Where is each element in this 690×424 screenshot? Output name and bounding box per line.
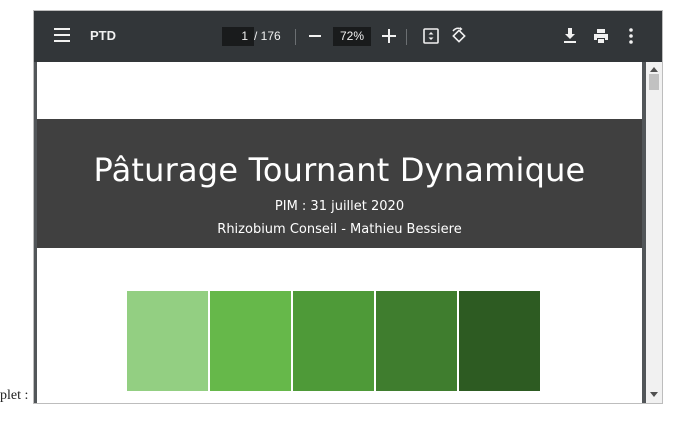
vertical-scrollbar[interactable] <box>646 62 662 403</box>
slide-subtitle-author: Rhizobium Conseil - Mathieu Bessiere <box>217 222 462 237</box>
print-icon[interactable] <box>593 28 609 44</box>
document-title: PTD <box>90 28 116 43</box>
scroll-down-arrow-icon[interactable] <box>650 392 658 397</box>
green-swatch <box>210 291 291 391</box>
menu-icon[interactable] <box>54 28 70 42</box>
more-vert-icon[interactable] <box>629 28 633 44</box>
zoom-in-icon[interactable] <box>382 29 396 43</box>
scroll-up-arrow-icon[interactable] <box>650 67 658 72</box>
slide-subtitle-date: PIM : 31 juillet 2020 <box>274 199 405 214</box>
green-swatch <box>293 291 374 391</box>
pdf-page: Pâturage Tournant Dynamique PIM : 31 jui… <box>37 62 642 403</box>
toolbar-divider <box>406 29 407 45</box>
zoom-level-input[interactable]: 72% <box>333 27 371 46</box>
zoom-out-icon[interactable] <box>309 35 321 37</box>
pdf-toolbar: PTD 1 / 176 72% <box>34 11 662 62</box>
pdf-viewer: PTD 1 / 176 72% Pâturage Tournant Dynami… <box>33 10 663 404</box>
scrollbar-thumb[interactable] <box>649 74 659 90</box>
rotate-icon[interactable] <box>450 27 468 45</box>
green-swatch <box>459 291 540 391</box>
slide-title: Pâturage Tournant Dynamique <box>93 151 586 189</box>
download-icon[interactable] <box>563 27 577 44</box>
toolbar-divider <box>295 29 296 45</box>
page-total: / 176 <box>254 29 281 43</box>
fit-page-icon[interactable] <box>423 28 439 44</box>
page-number-input[interactable]: 1 <box>222 27 254 46</box>
document-area[interactable]: Pâturage Tournant Dynamique PIM : 31 jui… <box>34 62 646 403</box>
background-partial-text: plet : <box>0 388 29 403</box>
green-swatch <box>376 291 457 391</box>
title-banner: Pâturage Tournant Dynamique PIM : 31 jui… <box>37 119 642 248</box>
green-swatch <box>127 291 208 391</box>
